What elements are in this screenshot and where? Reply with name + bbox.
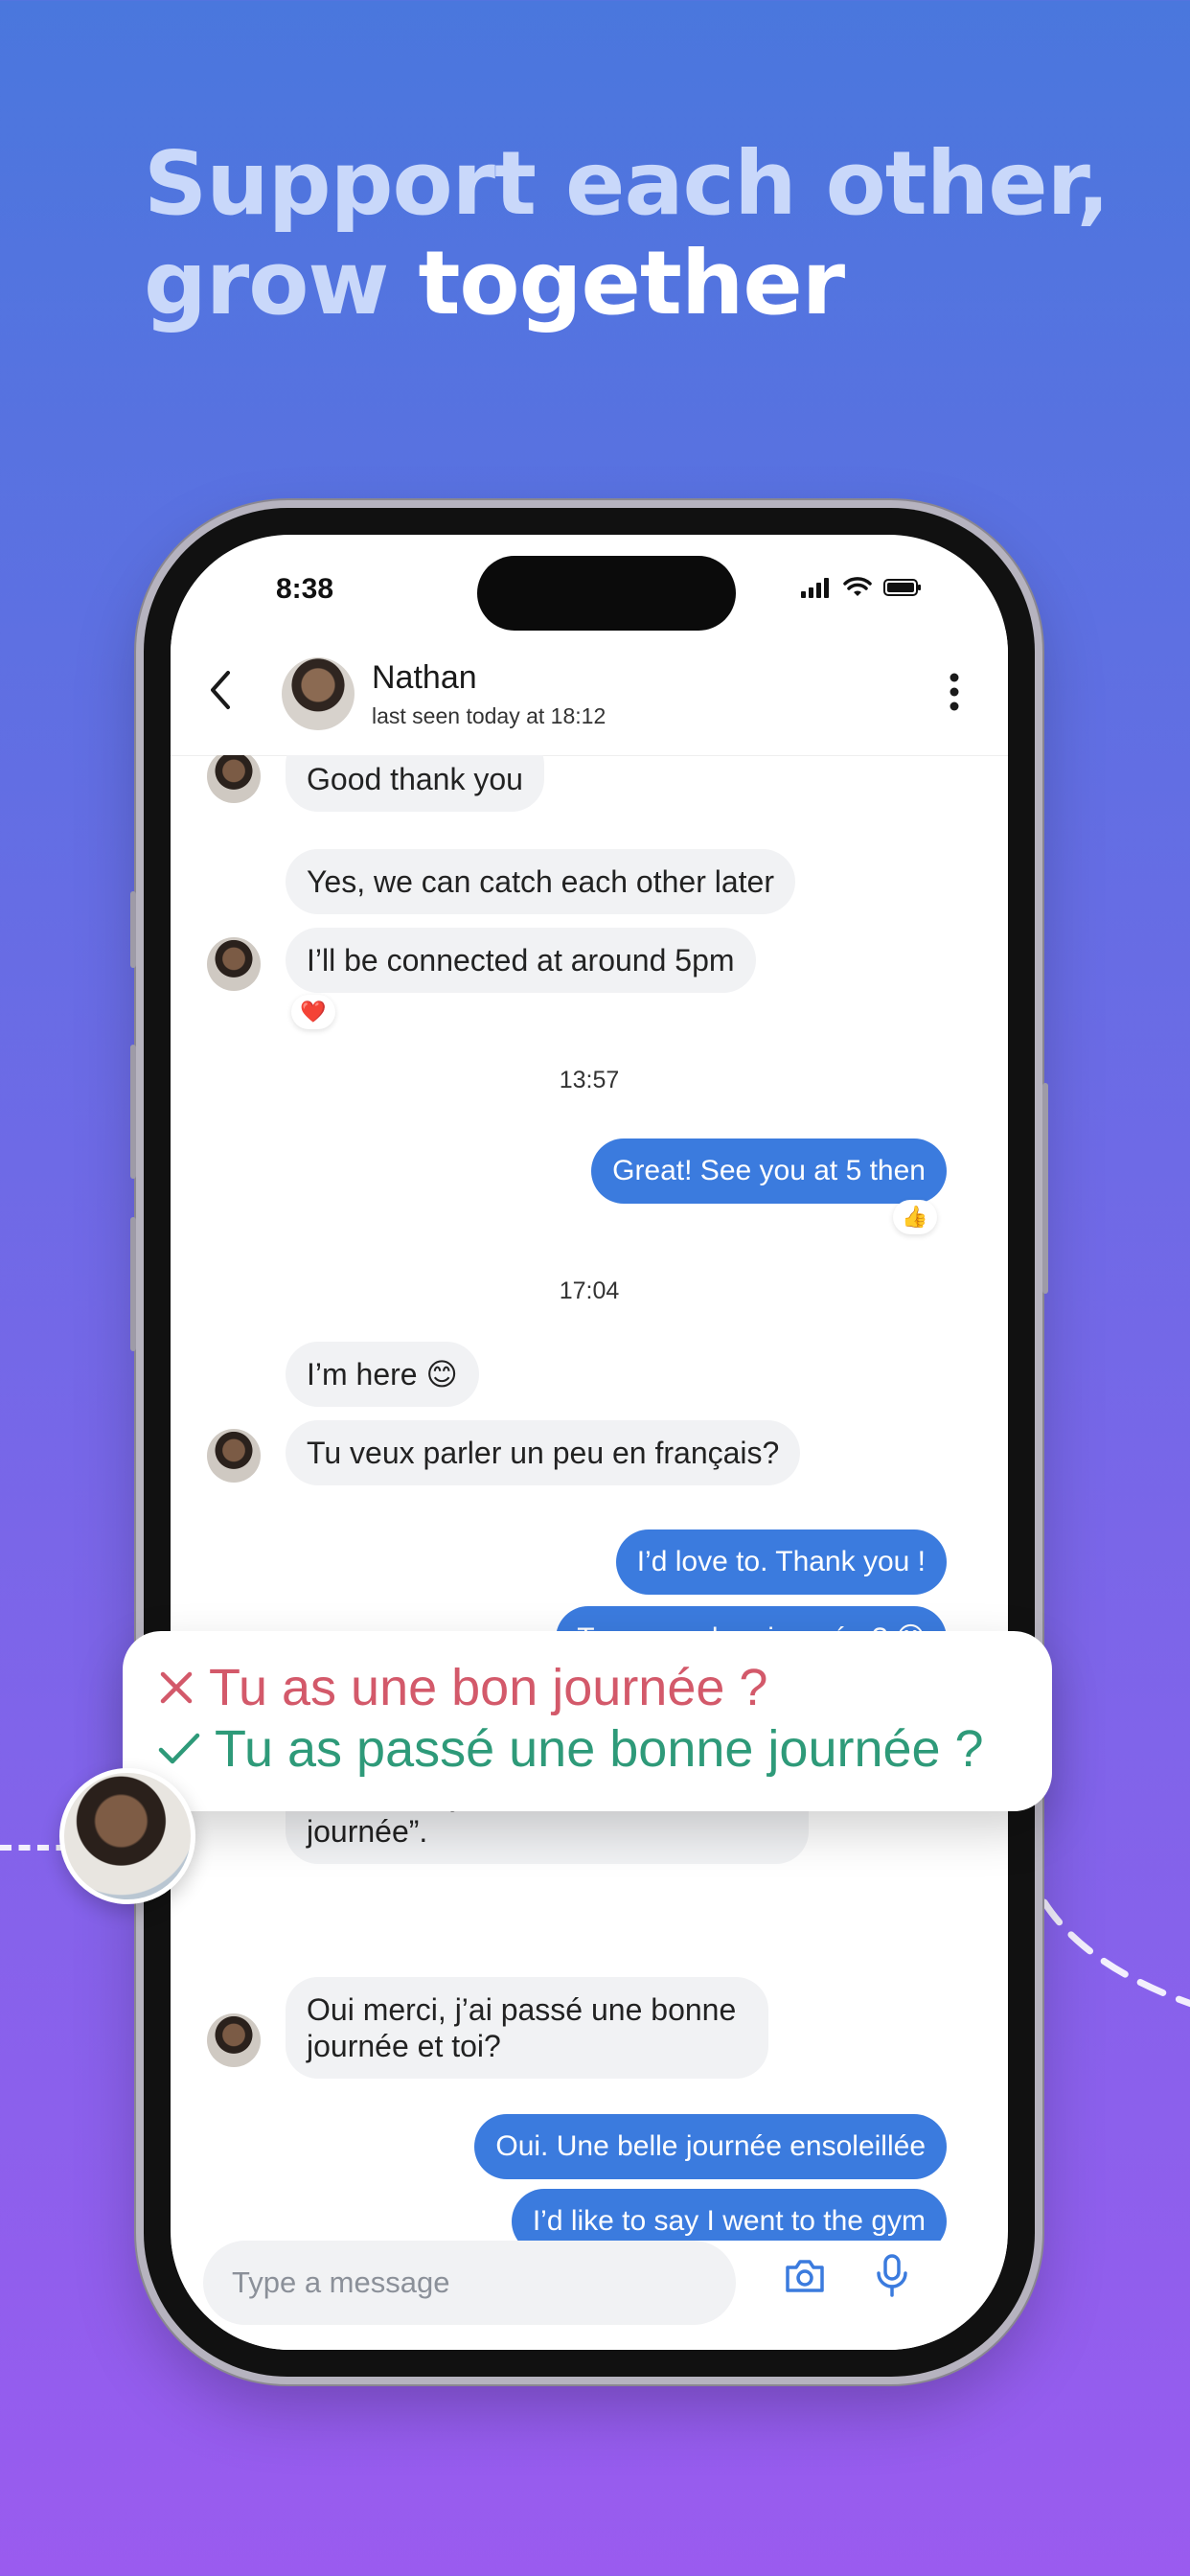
message-incoming[interactable]: I’ll be connected at around 5pm xyxy=(286,928,756,993)
message-incoming[interactable]: Oui merci, j’ai passé une bonne journée … xyxy=(286,1977,768,2079)
correction-right-row: Tu as passé une bonne journée ? xyxy=(157,1719,984,1779)
contact-last-seen: last seen today at 18:12 xyxy=(372,703,606,728)
contact-name[interactable]: Nathan xyxy=(372,659,477,697)
decorative-dash-right xyxy=(1041,1898,1190,2008)
message-incoming[interactable]: Tu veux parler un peu en français? xyxy=(286,1420,801,1485)
headline-line2-prefix: grow xyxy=(144,232,419,334)
headline: Support each other, grow together xyxy=(144,132,1110,334)
message-outgoing[interactable]: Great! See you at 5 then xyxy=(591,1138,947,1204)
phone-power-button xyxy=(1042,1083,1048,1294)
chat-header: Nathan last seen today at 18:12 xyxy=(171,631,1008,756)
status-time: 8:38 xyxy=(276,573,334,605)
sender-avatar xyxy=(207,755,261,803)
message-incoming[interactable]: I’m here 😊 xyxy=(286,1342,479,1407)
camera-icon[interactable] xyxy=(784,2258,826,2294)
headline-line2-strong: together xyxy=(418,232,845,334)
phone-screen: 8:38 Nathan last seen today at 18:12 Goo… xyxy=(171,535,1008,2350)
microphone-icon[interactable] xyxy=(876,2254,908,2298)
headline-line1: Support each other, xyxy=(144,132,1110,235)
correction-wrong-row: Tu as une bon journée ? xyxy=(157,1658,767,1717)
back-arrow-icon[interactable] xyxy=(207,669,234,711)
message-outgoing[interactable]: I’d like to say I went to the gym xyxy=(511,2189,947,2241)
contact-avatar[interactable] xyxy=(282,657,355,730)
message-outgoing[interactable]: I’d love to. Thank you ! xyxy=(615,1530,947,1595)
sender-avatar xyxy=(207,937,261,991)
cross-icon xyxy=(160,1671,193,1704)
sender-avatar xyxy=(207,1429,261,1483)
dynamic-island xyxy=(477,556,736,631)
thumbs-up-reaction-icon[interactable]: 👍 xyxy=(893,1200,937,1234)
phone-volume-down xyxy=(130,1217,136,1351)
message-input[interactable] xyxy=(203,2241,736,2325)
more-options-icon[interactable] xyxy=(949,673,960,711)
message-incoming[interactable]: Good thank you xyxy=(286,755,544,812)
correction-right-text: Tu as passé une bonne journée ? xyxy=(215,1720,984,1778)
phone-side-button xyxy=(130,891,136,968)
phone-volume-up xyxy=(130,1045,136,1179)
checkmark-icon xyxy=(158,1733,200,1764)
message-composer xyxy=(171,2241,1008,2350)
correction-wrong-text: Tu as une bon journée ? xyxy=(209,1659,768,1716)
tutor-avatar xyxy=(59,1768,195,1904)
wifi-icon xyxy=(843,577,872,596)
status-icons xyxy=(801,577,922,598)
sender-avatar xyxy=(207,2013,261,2067)
grammar-correction-card: Tu as une bon journée ? Tu as passé une … xyxy=(123,1631,1052,1811)
message-incoming[interactable]: Yes, we can catch each other later xyxy=(286,849,795,914)
message-list[interactable]: Good thank you Yes, we can catch each ot… xyxy=(171,755,1008,2241)
message-outgoing[interactable]: Oui. Une belle journée ensoleillée xyxy=(474,2114,947,2179)
signal-icon xyxy=(801,578,829,598)
battery-icon xyxy=(883,579,921,596)
heart-reaction-icon[interactable]: ❤️ xyxy=(291,995,335,1029)
timestamp: 13:57 xyxy=(559,1067,620,1093)
timestamp: 17:04 xyxy=(559,1277,620,1304)
phone-frame: 8:38 Nathan last seen today at 18:12 Goo… xyxy=(130,508,1048,2377)
